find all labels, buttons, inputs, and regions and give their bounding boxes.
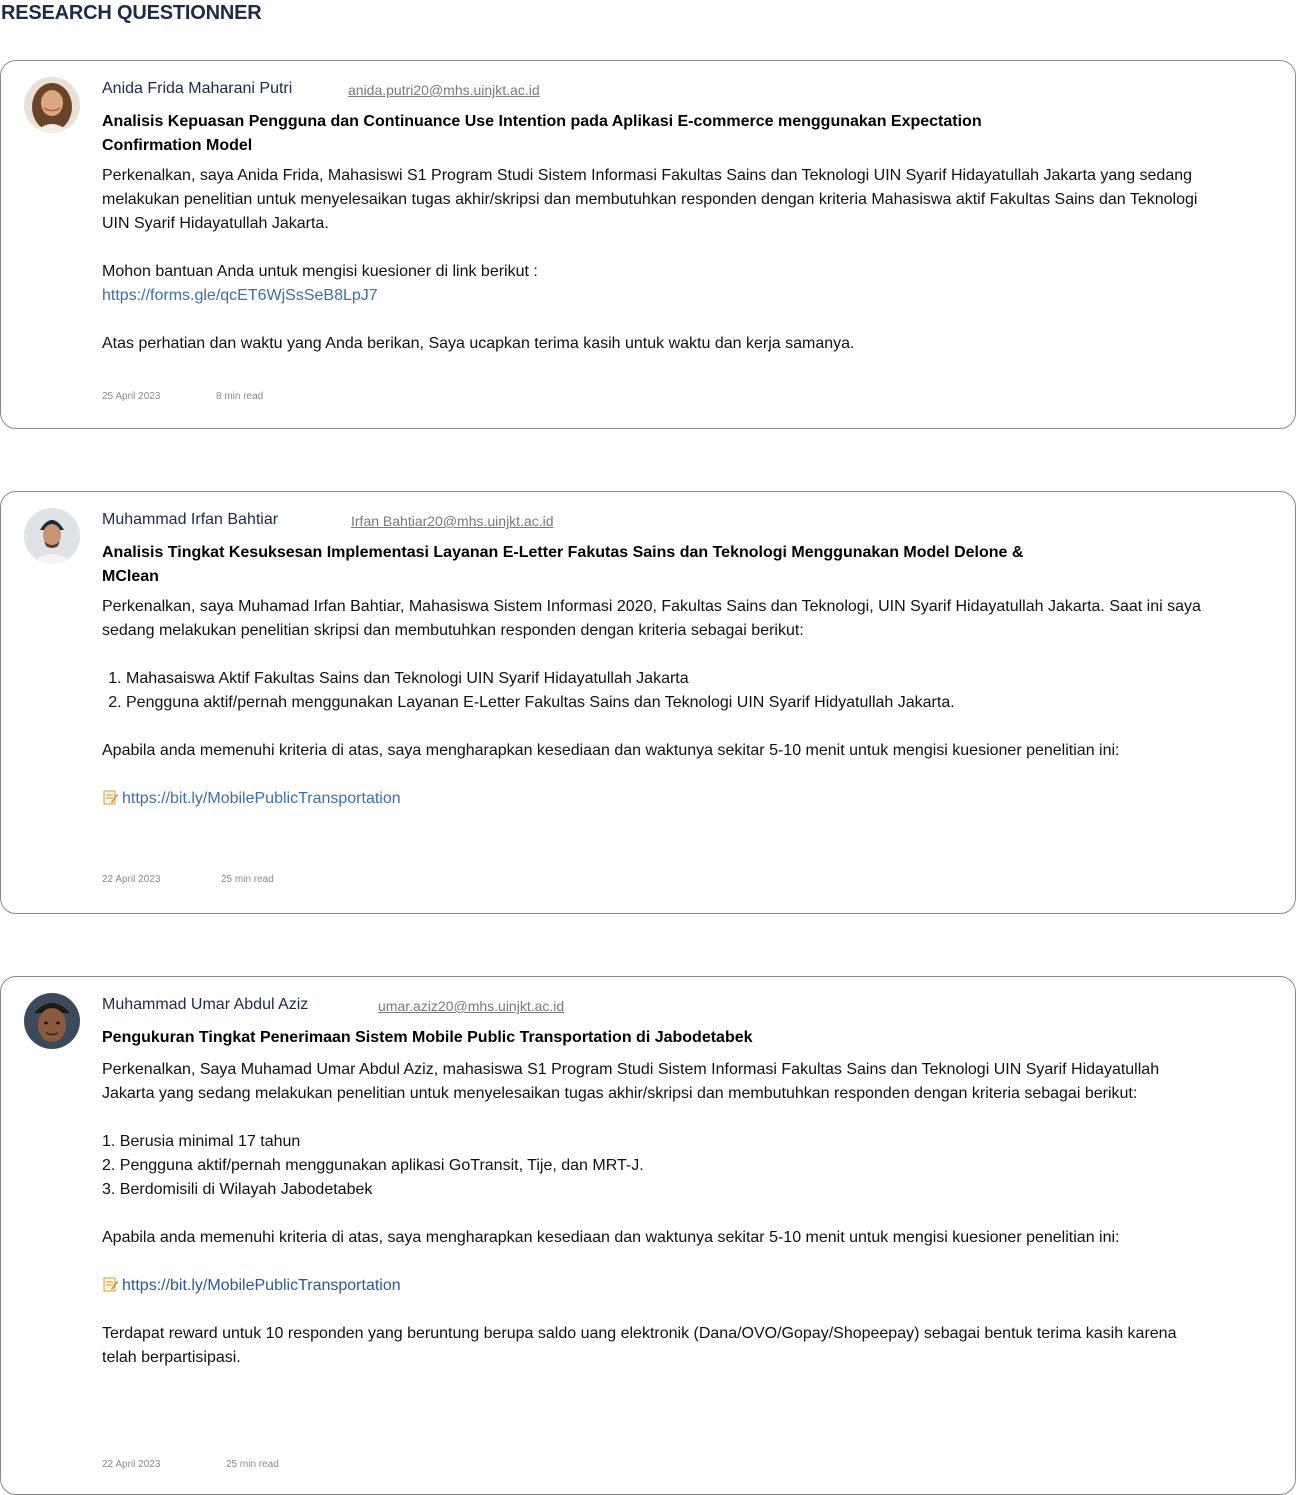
post-body: Perkenalkan, saya Anida Frida, Mahasiswi… <box>102 164 1202 356</box>
post-date: 25 April 2023 <box>102 391 161 402</box>
criteria-item: Pengguna aktif/pernah menggunakan Layana… <box>126 691 1202 715</box>
post-request: Apabila anda memenuhi kriteria di atas, … <box>102 742 1120 759</box>
post-body: Perkenalkan, Saya Muhamad Umar Abdul Azi… <box>102 1058 1202 1370</box>
author-name[interactable]: Muhammad Irfan Bahtiar <box>102 511 278 529</box>
criteria-item: Mahasaiswa Aktif Fakultas Sains dan Tekn… <box>126 667 1202 691</box>
author-email-link[interactable]: Irfan Bahtiar20@mhs.uinjkt.ac.id <box>351 513 554 529</box>
questionnaire-link[interactable]: https://bit.ly/MobilePublicTransportatio… <box>122 1277 401 1294</box>
post-title[interactable]: Analisis Kepuasan Pengguna dan Continuan… <box>102 110 1062 158</box>
read-time: 25 min read <box>221 874 274 885</box>
criteria-item: 3. Berdomisili di Wilayah Jabodetabek <box>102 1181 373 1198</box>
post-body: Perkenalkan, saya Muhamad Irfan Bahtiar,… <box>102 595 1202 811</box>
post-intro: Perkenalkan, Saya Muhamad Umar Abdul Azi… <box>102 1061 1160 1102</box>
post-date: 22 April 2023 <box>102 1459 161 1470</box>
read-time: 25 min read <box>226 1459 279 1470</box>
memo-icon <box>102 1276 118 1292</box>
post-card: Muhammad Umar Abdul Aziz umar.aziz20@mhs… <box>0 976 1296 1495</box>
post-intro: Perkenalkan, saya Muhamad Irfan Bahtiar,… <box>102 598 1201 639</box>
post-reward: Terdapat reward untuk 10 responden yang … <box>102 1325 1177 1366</box>
criteria-item: 2. Pengguna aktif/pernah menggunakan apl… <box>102 1157 644 1174</box>
author-email-link[interactable]: umar.aziz20@mhs.uinjkt.ac.id <box>378 998 564 1014</box>
post-intro: Perkenalkan, saya Anida Frida, Mahasiswi… <box>102 167 1198 232</box>
post-title[interactable]: Pengukuran Tingkat Penerimaan Sistem Mob… <box>102 1026 1062 1050</box>
post-meta: 22 April 2023 25 min read <box>102 1459 279 1470</box>
post-card: Muhammad Irfan Bahtiar Irfan Bahtiar20@m… <box>0 491 1296 914</box>
criteria-list: Mahasaiswa Aktif Fakultas Sains dan Tekn… <box>102 667 1202 715</box>
post-request: Apabila anda memenuhi kriteria di atas, … <box>102 1229 1120 1246</box>
avatar[interactable] <box>24 508 80 564</box>
post-title[interactable]: Analisis Tingkat Kesuksesan Implementasi… <box>102 541 1062 589</box>
criteria-item: 1. Berusia minimal 17 tahun <box>102 1133 301 1150</box>
read-time: 8 min read <box>216 391 264 402</box>
questionnaire-link[interactable]: https://bit.ly/MobilePublicTransportatio… <box>122 790 401 807</box>
post-meta: 22 April 2023 25 min read <box>102 874 274 885</box>
questionnaire-link[interactable]: https://forms.gle/qcET6WjSsSeB8LpJ7 <box>102 287 378 304</box>
post-date: 22 April 2023 <box>102 874 161 885</box>
avatar[interactable] <box>24 77 80 133</box>
post-card: Anida Frida Maharani Putri anida.putri20… <box>0 60 1296 429</box>
avatar[interactable] <box>24 993 80 1049</box>
author-email-link[interactable]: anida.putri20@mhs.uinjkt.ac.id <box>348 82 540 98</box>
author-name[interactable]: Anida Frida Maharani Putri <box>102 80 292 98</box>
author-name[interactable]: Muhammad Umar Abdul Aziz <box>102 996 308 1014</box>
post-closing: Atas perhatian dan waktu yang Anda berik… <box>102 335 855 352</box>
memo-icon <box>102 789 118 805</box>
post-meta: 25 April 2023 8 min read <box>102 391 263 402</box>
post-request: Mohon bantuan Anda untuk mengisi kuesion… <box>102 263 538 280</box>
page-title: RESEARCH QUESTIONNER <box>1 2 262 24</box>
